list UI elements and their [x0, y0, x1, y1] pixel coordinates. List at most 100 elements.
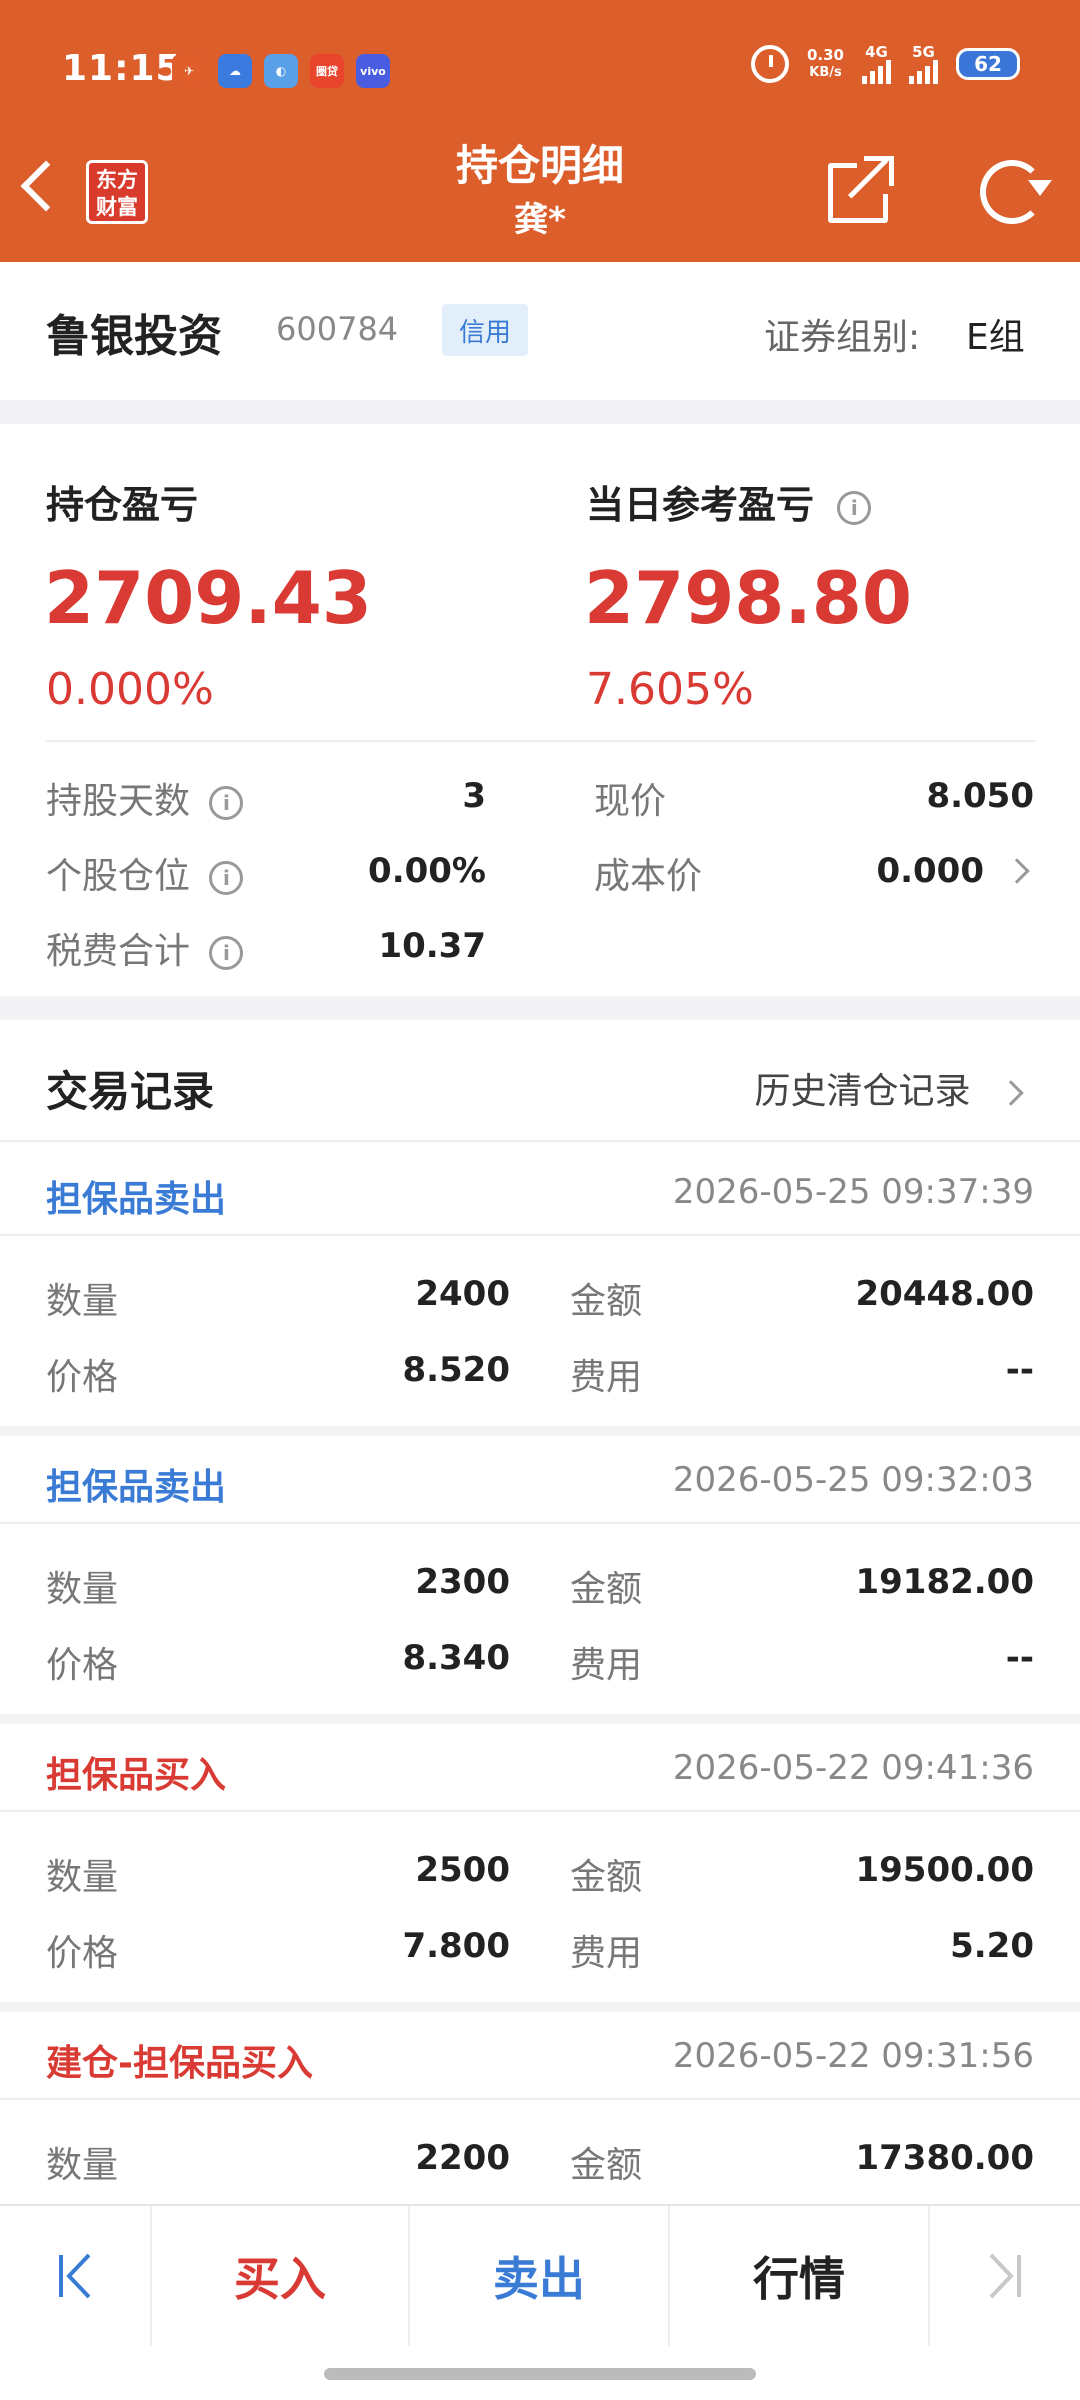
trade-type: 建仓-担保品买入 [46, 2043, 313, 2084]
price-value: 8.520 [402, 1350, 510, 1390]
status-bar: 11:15 ✈ ☁ ◐ 圈贷 vivo 0.30 KB/s 4G 5G 62 [0, 0, 1080, 140]
price-label: 价格 [46, 1357, 119, 1398]
tax-label: 税费合计 i [46, 922, 244, 974]
amount-label: 金额 [570, 1569, 643, 1610]
day-pl-label-text: 当日参考盈亏 [586, 483, 815, 527]
info-icon[interactable]: i [209, 936, 244, 970]
cloud-app-icon: ☁ [218, 54, 252, 88]
record-separator [0, 1426, 1080, 1436]
hold-days-label: 持股天数 i [46, 772, 244, 824]
hold-days-value: 3 [462, 776, 486, 816]
chevron-right-icon[interactable] [1004, 857, 1030, 884]
credit-badge: 信用 [442, 304, 528, 356]
trade-time: 2026-05-25 09:37:39 [672, 1172, 1034, 1212]
trade-time: 2026-05-25 09:32:03 [672, 1460, 1034, 1500]
qty-value: 2400 [415, 1274, 510, 1314]
stock-name: 鲁银投资 [46, 311, 222, 362]
status-time: 11:15 [62, 48, 182, 89]
signal-5g: 5G [909, 44, 938, 84]
qty-label: 数量 [46, 1281, 119, 1322]
trade-time: 2026-05-22 09:31:56 [672, 2036, 1034, 2076]
group-label: 证券组别: [764, 317, 921, 358]
qty-value: 2500 [415, 1850, 510, 1890]
amount-value: 19182.00 [855, 1562, 1034, 1602]
divider [0, 1522, 1080, 1524]
sell-button[interactable]: 卖出 [410, 2206, 668, 2346]
info-icon[interactable]: i [209, 786, 244, 820]
price-label: 价格 [46, 1933, 119, 1974]
hold-pl-value: 2709.43 [44, 556, 372, 640]
amount-label: 金额 [570, 1281, 643, 1322]
first-record-button[interactable] [0, 2206, 150, 2346]
position-label-text: 个股仓位 [46, 856, 191, 897]
cost-price-label: 成本价 [594, 856, 703, 897]
speed-unit: KB/s [809, 65, 842, 80]
hold-pl-pct: 0.000% [46, 664, 214, 715]
signal-bars-icon [862, 60, 891, 84]
history-link[interactable]: 历史清仓记录 [755, 1062, 1024, 1114]
chevron-right-icon[interactable] [998, 1080, 1024, 1106]
moon-app-icon: ◐ [264, 54, 298, 88]
signal-4g-label: 4G [865, 43, 888, 61]
divider [46, 740, 1036, 742]
skip-last-icon [989, 2253, 1021, 2299]
amount-value: 17380.00 [855, 2138, 1034, 2178]
cost-price-value[interactable]: 0.000 [876, 851, 984, 891]
alarm-icon [750, 45, 789, 83]
refresh-icon[interactable] [980, 160, 1052, 224]
skip-first-icon [59, 2253, 91, 2299]
record-separator [0, 1714, 1080, 1724]
price-value: 7.800 [402, 1926, 510, 1966]
trade-type: 担保品买入 [46, 1755, 227, 1796]
status-right: 0.30 KB/s 4G 5G 62 [750, 44, 1020, 84]
divider [0, 1140, 1080, 1142]
position-label: 个股仓位 i [46, 847, 244, 899]
home-indicator[interactable] [324, 2368, 756, 2380]
divider [0, 1810, 1080, 1812]
page-title: 持仓明细 [455, 141, 624, 190]
divider [0, 1234, 1080, 1236]
network-speed: 0.30 KB/s [807, 46, 844, 82]
trade-records-title: 交易记录 [46, 1067, 215, 1116]
qty-label: 数量 [46, 2145, 119, 2186]
fee-value: -- [1005, 1350, 1034, 1390]
info-icon[interactable]: i [209, 861, 244, 895]
price-label: 价格 [46, 1645, 119, 1686]
speed-value: 0.30 [806, 46, 844, 64]
info-icon[interactable]: i [837, 490, 872, 525]
last-record-button[interactable] [930, 2206, 1080, 2346]
qty-value: 2200 [415, 2138, 510, 2178]
fee-label: 费用 [570, 1933, 643, 1974]
telegram-icon: ✈ [172, 54, 206, 88]
trade-type: 担保品卖出 [46, 1179, 227, 1220]
qty-value: 2300 [415, 1562, 510, 1602]
app-icon-red: 圈贷 [310, 54, 344, 88]
current-price-label: 现价 [594, 781, 667, 822]
hold-days-label-text: 持股天数 [46, 781, 191, 822]
day-pl-pct: 7.605% [586, 664, 754, 715]
group-value: E组 [966, 317, 1025, 358]
qty-label: 数量 [46, 1857, 119, 1898]
battery-icon: 62 [956, 48, 1020, 80]
qty-label: 数量 [46, 1569, 119, 1610]
amount-value: 20448.00 [855, 1274, 1034, 1314]
amount-label: 金额 [570, 2145, 643, 2186]
divider [0, 2098, 1080, 2100]
fee-value: -- [1005, 1638, 1034, 1678]
price-value: 8.340 [402, 1638, 510, 1678]
stock-code: 600784 [276, 310, 399, 348]
signal-5g-label: 5G [912, 43, 935, 61]
buy-button[interactable]: 买入 [152, 2206, 408, 2346]
day-pl-label: 当日参考盈亏 i [586, 474, 872, 529]
page-subtitle: 龚* [514, 200, 566, 240]
share-arrow-icon [864, 156, 894, 186]
fee-value: 5.20 [950, 1926, 1034, 1966]
quote-button[interactable]: 行情 [670, 2206, 928, 2346]
tax-label-text: 税费合计 [46, 931, 191, 972]
amount-label: 金额 [570, 1857, 643, 1898]
tax-value: 10.37 [378, 926, 486, 966]
signal-4g: 4G [862, 44, 891, 84]
notification-icons: ✈ ☁ ◐ 圈贷 vivo [172, 54, 390, 88]
history-link-text[interactable]: 历史清仓记录 [755, 1071, 971, 1112]
app-header: 11:15 ✈ ☁ ◐ 圈贷 vivo 0.30 KB/s 4G 5G 62 东… [0, 0, 1080, 262]
